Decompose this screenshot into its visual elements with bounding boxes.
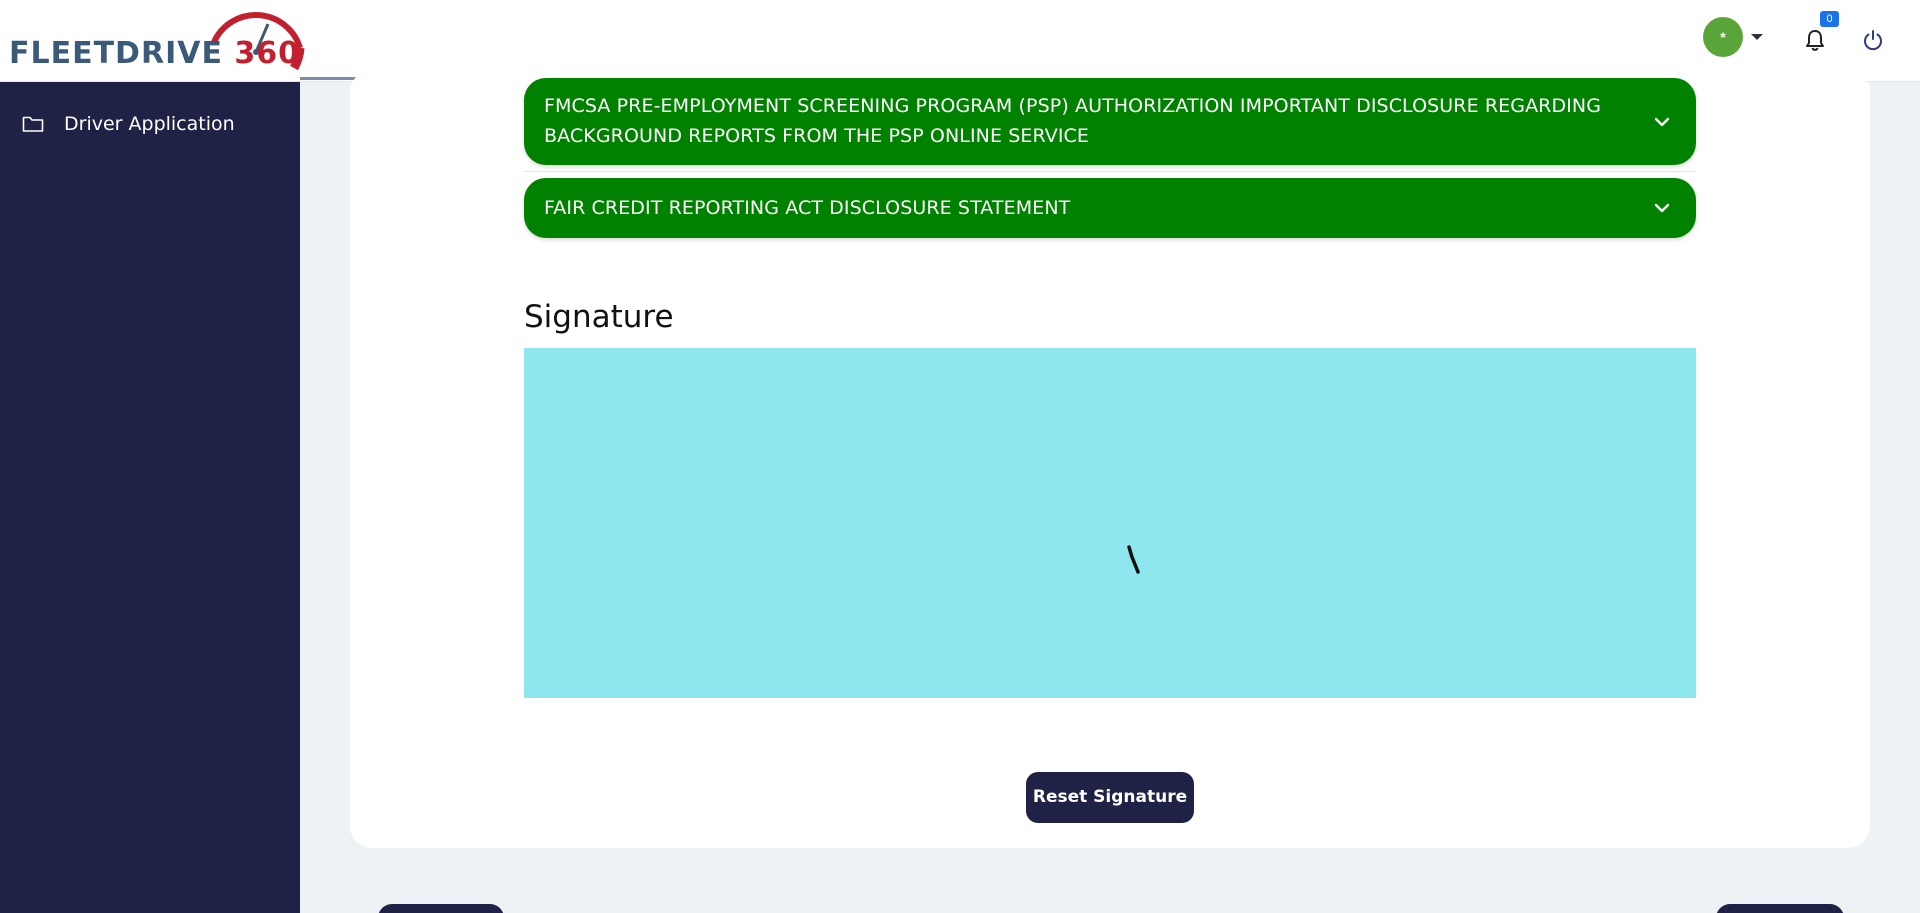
user-avatar[interactable]: * <box>1703 17 1743 57</box>
accordion-title: FAIR CREDIT REPORTING ACT DISCLOSURE STA… <box>544 197 1071 219</box>
accordion-title: FMCSA PRE-EMPLOYMENT SCREENING PROGRAM (… <box>544 95 1602 147</box>
previous-button[interactable] <box>378 904 504 913</box>
accordion-fcra-disclosure[interactable]: FAIR CREDIT REPORTING ACT DISCLOSURE STA… <box>524 178 1696 238</box>
accordion-psp-authorization[interactable]: FMCSA PRE-EMPLOYMENT SCREENING PROGRAM (… <box>524 78 1696 165</box>
notification-badge: 0 <box>1820 11 1839 27</box>
reset-signature-button[interactable]: Reset Signature <box>1026 772 1194 823</box>
chevron-down-icon <box>1654 117 1670 127</box>
divider <box>524 171 1696 172</box>
sidebar-item-label: Driver Application <box>64 113 235 135</box>
fleetdrive-logo[interactable]: FLEETDRIVE 360 <box>6 8 305 71</box>
sidebar-item-driver-application[interactable]: Driver Application <box>0 104 300 144</box>
power-icon[interactable] <box>1862 29 1884 51</box>
signature-stroke <box>1127 545 1140 574</box>
signature-heading: Signature <box>524 299 674 335</box>
signature-pad[interactable] <box>524 348 1696 698</box>
chevron-down-icon[interactable] <box>1751 34 1763 40</box>
bell-icon[interactable] <box>1804 28 1826 52</box>
folder-icon <box>22 116 44 132</box>
next-button[interactable] <box>1716 904 1844 913</box>
chevron-down-icon <box>1654 203 1670 213</box>
logo-text: FLEETDRIVE 360 <box>9 36 301 71</box>
sidebar: Driver Application <box>0 82 300 913</box>
